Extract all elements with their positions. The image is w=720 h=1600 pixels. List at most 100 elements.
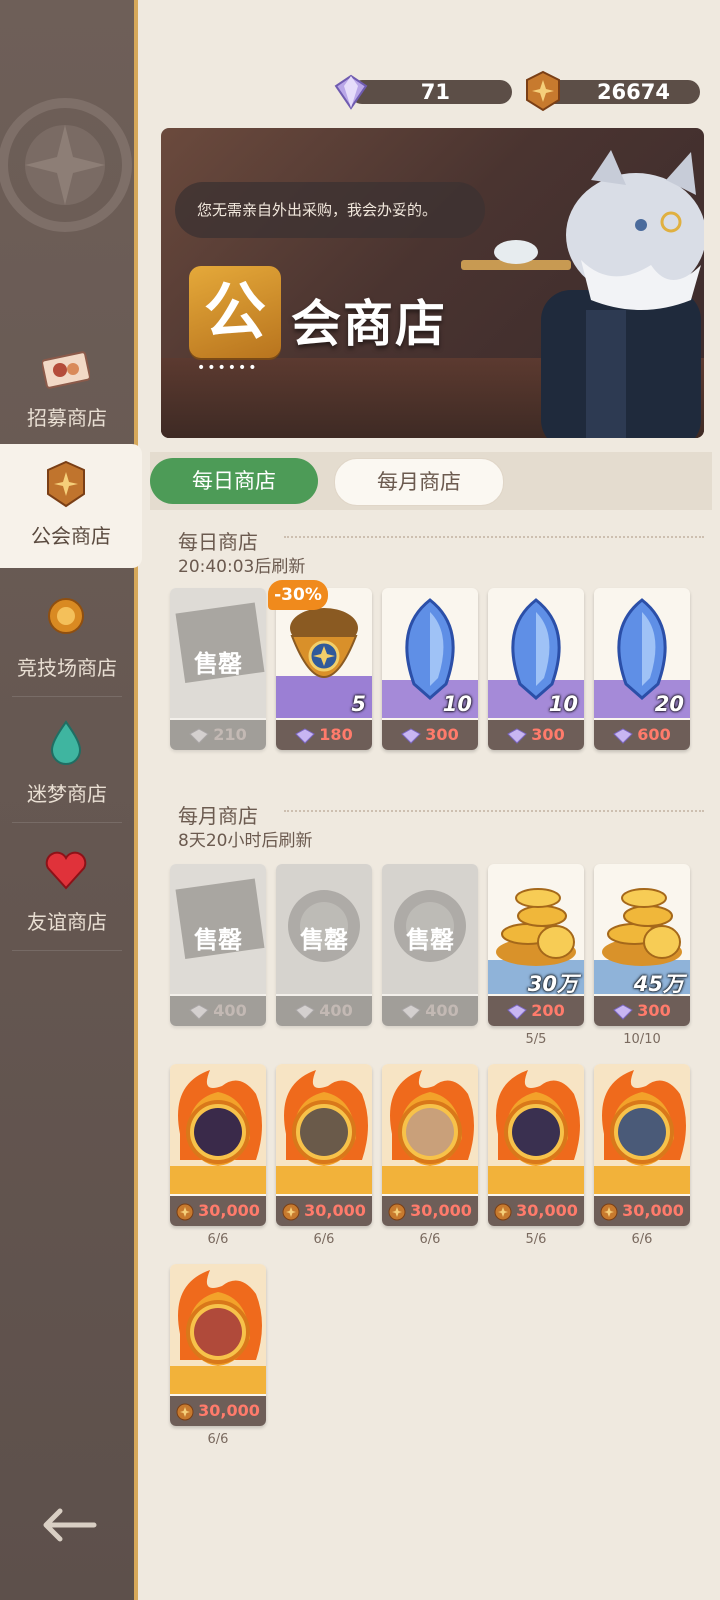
shop-item-card[interactable]: 30万 200 5/5 [488,864,584,1047]
sidebar-item-label: 迷梦商店 [27,782,107,806]
item-price: 30,000 [488,1196,584,1226]
heart-icon [45,851,87,890]
item-price-value: 30,000 [410,1201,472,1220]
item-price-value: 200 [531,1001,565,1020]
shop-item-face: 30,000 [594,1064,690,1226]
recruit-ticket-icon [42,351,90,389]
banner-dots: •••••• [197,360,259,376]
shop-item-card[interactable]: 400 售罄 [276,864,372,1026]
daily-refresh-timer: 20:40:03后刷新 [178,557,306,577]
shop-item-face: 30,000 [170,1264,266,1426]
shop-tabs: 每日商店 每月商店 [150,452,712,510]
item-price: 30,000 [170,1196,266,1226]
sidebar-item-label: 招募商店 [27,406,107,430]
item-price-value: 600 [637,725,671,744]
guild-coin-balance[interactable]: 26674 [522,70,702,112]
gem-balance-value: 71 [350,80,512,104]
guild-coin-balance-value: 26674 [542,80,700,104]
tab-daily-shop[interactable]: 每日商店 [150,458,318,504]
item-price: 600 [594,720,690,750]
item-price: 300 [594,996,690,1026]
shop-item-face: 30,000 [276,1064,372,1226]
guild-shop-banner: 您无需亲自外出采购，我会办妥的。 公 会商店 •••••• [161,128,704,438]
hero-soul-portrait-icon [594,1064,690,1194]
shop-item-face: 45万 300 [594,864,690,1026]
shop-item-card[interactable]: 10 300 [382,588,478,750]
item-price: 300 [488,720,584,750]
arena-medal-icon [48,598,84,634]
discount-badge: -30% [268,580,328,610]
item-quantity: 10 [442,692,472,716]
item-price-value: 300 [425,725,459,744]
tab-monthly-shop[interactable]: 每月商店 [334,458,504,506]
item-price: 30,000 [594,1196,690,1226]
hero-soul-portrait-icon [382,1064,478,1194]
shop-item-card[interactable]: 30,000 6/6 [170,1264,266,1447]
shop-item-card[interactable]: 30,000 6/6 [382,1064,478,1247]
shop-item-card[interactable]: 20 600 [594,588,690,750]
guild-coin-icon [494,1203,512,1220]
item-quantity: 45万 [633,972,684,996]
monthly-section-title: 每月商店 [178,804,258,828]
purchase-limit: 6/6 [207,1432,229,1447]
item-price: 180 [276,720,372,750]
sidebar-item-recruit-shop[interactable]: 招募商店 [0,332,134,444]
item-price-value: 300 [531,725,565,744]
shop-item-face: 10 300 [382,588,478,750]
sidebar-item-arena-shop[interactable]: 竞技场商店 [0,582,134,694]
shop-item-card[interactable]: 400 售罄 [382,864,478,1026]
shop-item-face: 30,000 [170,1064,266,1226]
item-price-value: 30,000 [198,1201,260,1220]
purchase-limit: 10/10 [623,1032,661,1047]
purchase-limit: 6/6 [419,1232,441,1247]
gem-icon [401,1003,422,1020]
gem-balance[interactable]: 71 [330,74,515,110]
daily-section-title: 每日商店 [178,530,258,554]
hero-soul-portrait-icon [170,1264,266,1394]
shop-item-card[interactable]: 210 售罄 [170,588,266,750]
shop-item-card[interactable]: 10 300 [488,588,584,750]
shop-item-card[interactable]: 400 售罄 [170,864,266,1026]
back-arrow-icon[interactable] [40,1505,98,1545]
guild-emblem-icon [47,460,85,508]
item-price: 300 [382,720,478,750]
guild-coin-icon [282,1203,300,1220]
dream-drop-icon [50,720,82,765]
purchase-limit: 6/6 [313,1232,335,1247]
npc-speech-bubble: 您无需亲自外出采购，我会办妥的。 [175,182,485,238]
hero-soul-portrait-icon [170,1064,266,1194]
divider [12,822,122,823]
gem-icon [334,74,368,110]
compass-emblem-icon [0,98,132,232]
guild-coin-icon [600,1203,618,1220]
sidebar: 招募商店 公会商店 竞技场商店 迷梦商店 友谊商店 [0,0,142,1600]
item-quantity: 20 [654,692,684,716]
shop-item-card[interactable]: 30,000 6/6 [276,1064,372,1247]
sidebar-item-friendship-shop[interactable]: 友谊商店 [0,836,134,948]
shop-item-card[interactable]: 5 180 -30% [268,580,372,750]
shopkeeper-cat-illustration [461,150,704,438]
item-price: 400 [170,996,266,1026]
item-price: 30,000 [276,1196,372,1226]
shop-title: 会商店 [291,295,447,353]
gem-icon [189,1003,210,1020]
purchase-limit: 5/6 [525,1232,547,1247]
sidebar-item-dream-shop[interactable]: 迷梦商店 [0,708,134,820]
shop-title-badge: 公 [189,266,281,358]
shop-item-card[interactable]: 30,000 6/6 [170,1064,266,1247]
shop-item-card[interactable]: 45万 300 10/10 [594,864,690,1047]
item-price-value: 400 [213,1001,247,1020]
item-price: 200 [488,996,584,1026]
shop-item-face: 20 600 [594,588,690,750]
item-price-value: 210 [213,725,247,744]
sidebar-item-guild-shop[interactable]: 公会商店 [0,444,142,568]
sold-out-label: 售罄 [194,926,242,954]
shop-item-card[interactable]: 30,000 6/6 [594,1064,690,1247]
guild-coin-icon [526,70,560,112]
shop-item-card[interactable]: 30,000 5/6 [488,1064,584,1247]
purchase-limit: 6/6 [631,1232,653,1247]
monthly-refresh-timer: 8天20小时后刷新 [178,831,313,851]
item-price-value: 400 [319,1001,353,1020]
gem-icon [401,727,422,744]
item-price-value: 180 [319,725,353,744]
